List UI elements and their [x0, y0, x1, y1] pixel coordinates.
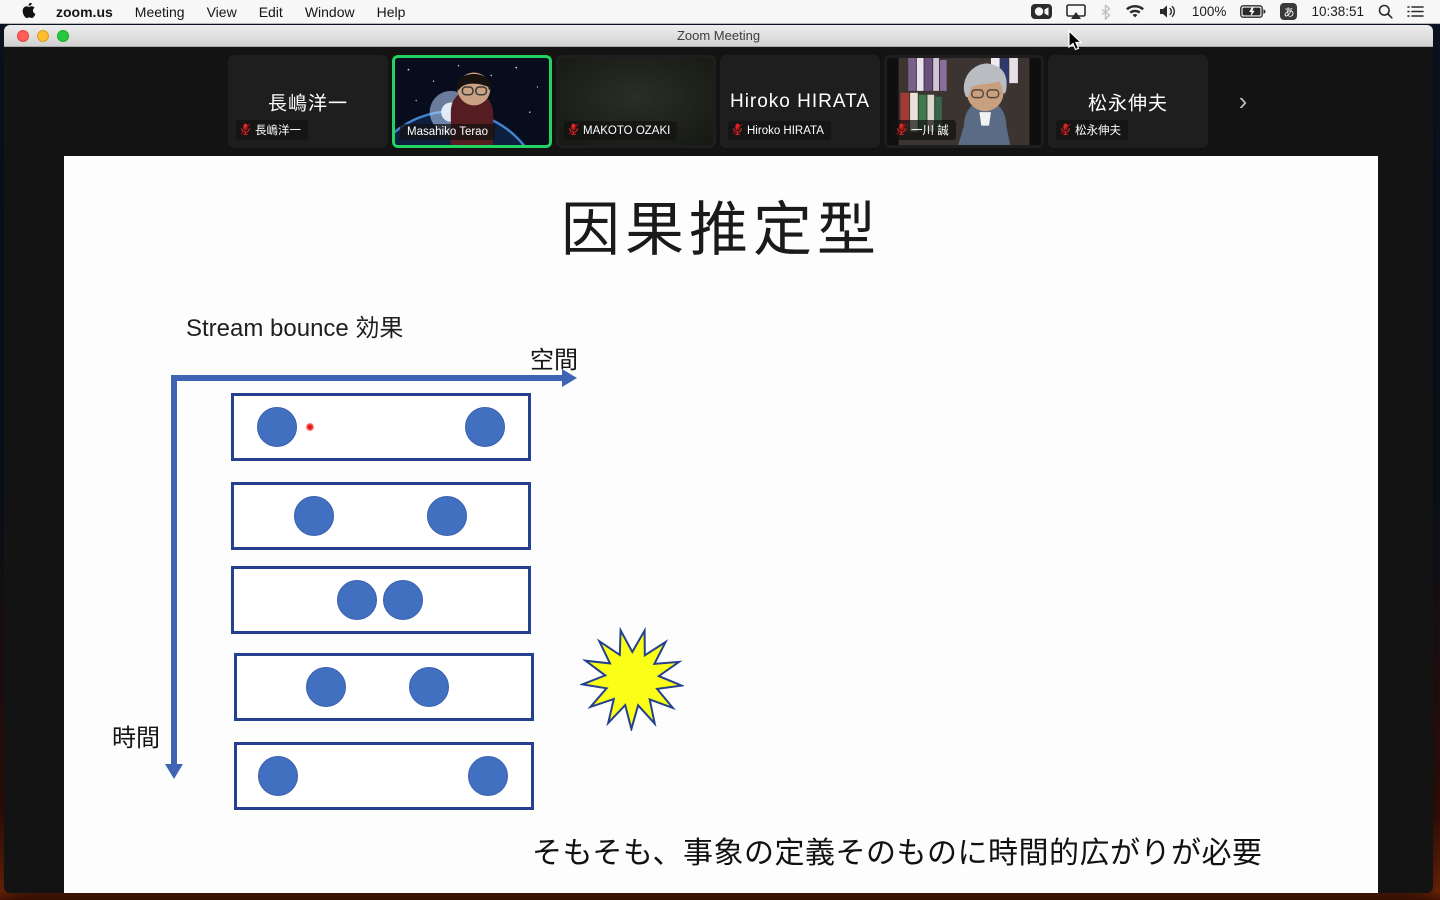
ime-input-icon[interactable]: あ [1280, 3, 1298, 20]
volume-icon[interactable] [1159, 4, 1178, 19]
disc [383, 580, 424, 620]
window-title: Zoom Meeting [676, 28, 761, 43]
battery-percent: 100% [1191, 4, 1227, 19]
slide-subtitle: Stream bounce 効果 [186, 315, 404, 342]
zoom-video-status-icon[interactable] [1030, 4, 1052, 19]
spotlight-search-icon[interactable] [1378, 4, 1393, 19]
bluetooth-icon[interactable] [1100, 3, 1111, 20]
participant-label: 一川 誠 [892, 120, 956, 140]
apple-menu-icon[interactable] [21, 3, 36, 20]
space-axis-line [171, 375, 563, 381]
zoom-window: Zoom Meeting 長嶋洋一 長嶋洋一 Masahiko Terao MAK… [4, 25, 1433, 893]
muted-mic-icon [568, 123, 579, 138]
participant-tile-6[interactable]: 松永伸夫 松永伸夫 [1048, 55, 1208, 148]
muted-mic-icon [240, 123, 251, 138]
stimulus-frame-5 [234, 742, 534, 810]
participant-label-text: 長嶋洋一 [255, 125, 301, 137]
participant-name: 長嶋洋一 [267, 93, 348, 114]
slide-bottom-text: そもそも、事象の定義そのものに時間的広がりが必要 [532, 837, 1263, 870]
collision-starburst-icon [580, 627, 684, 731]
muted-mic-icon [732, 123, 743, 138]
space-axis-arrowhead-icon [562, 369, 577, 387]
stimulus-frame-1 [231, 393, 531, 461]
participant-tile-5[interactable]: 一川 誠 [884, 55, 1044, 148]
time-axis-line [171, 375, 177, 765]
close-button[interactable] [17, 30, 29, 42]
disc [337, 580, 378, 620]
participant-tile-1[interactable]: 長嶋洋一 長嶋洋一 [228, 55, 388, 148]
time-axis-label: 時間 [112, 725, 160, 752]
participant-label-text: 一川 誠 [911, 125, 949, 137]
participant-name: Hiroko HIRATA [729, 90, 871, 112]
disc [294, 496, 335, 536]
participant-tile-3[interactable]: MAKOTO OZAKI [556, 55, 716, 148]
battery-icon[interactable] [1240, 5, 1266, 18]
wifi-icon[interactable] [1125, 4, 1145, 19]
disc [468, 756, 509, 796]
participant-label-text: MAKOTO OZAKI [583, 124, 671, 137]
menu-clock[interactable]: 10:38:51 [1311, 4, 1364, 19]
menu-bar: zoom.us Meeting View Edit Window Help 100% あ… [0, 0, 1440, 24]
time-axis-arrowhead-icon [165, 764, 183, 779]
participant-label: Hiroko HIRATA [728, 121, 831, 140]
menu-app-name[interactable]: zoom.us [56, 4, 113, 20]
participant-label: MAKOTO OZAKI [564, 121, 678, 140]
menu-item-meeting[interactable]: Meeting [135, 4, 185, 20]
next-participants-button[interactable]: › [1226, 55, 1260, 148]
muted-mic-icon [896, 123, 907, 138]
shared-slide: 因果推定型 Stream bounce 効果 空間 時間 そもそも、事象の定義そ… [64, 156, 1378, 893]
disc [464, 407, 505, 447]
participant-strip: 長嶋洋一 長嶋洋一 Masahiko Terao MAKOTO OZAKI Hiro… [228, 55, 1208, 148]
participant-label-text: Masahiko Terao [407, 126, 488, 138]
minimize-button[interactable] [37, 30, 49, 42]
disc [306, 667, 347, 707]
stimulus-frame-4 [234, 653, 534, 721]
laser-pointer-dot [306, 423, 315, 431]
disc [426, 496, 467, 536]
traffic-lights [17, 30, 69, 42]
disc [258, 756, 299, 796]
participant-label: 松永伸夫 [1056, 120, 1128, 140]
participant-tile-2[interactable]: Masahiko Terao [392, 55, 552, 148]
notification-center-icon[interactable] [1407, 5, 1424, 18]
window-titlebar[interactable]: Zoom Meeting [4, 25, 1433, 47]
disc [257, 407, 298, 447]
menu-item-help[interactable]: Help [377, 4, 406, 20]
stimulus-frame-3 [231, 566, 531, 634]
menu-items: Meeting View Edit Window Help [113, 4, 406, 20]
menu-item-edit[interactable]: Edit [259, 4, 283, 20]
participant-name: 松永伸夫 [1087, 93, 1168, 114]
participant-label-text: 松永伸夫 [1075, 125, 1121, 137]
participant-label: 長嶋洋一 [236, 120, 308, 140]
disc [408, 667, 449, 707]
participant-label: Masahiko Terao [400, 124, 495, 140]
participant-tile-4[interactable]: Hiroko HIRATA Hiroko HIRATA [720, 55, 880, 148]
participant-label-text: Hiroko HIRATA [747, 124, 824, 137]
menu-item-window[interactable]: Window [305, 4, 355, 20]
menu-item-view[interactable]: View [207, 4, 237, 20]
screen-mirroring-icon[interactable] [1066, 3, 1086, 20]
slide-title: 因果推定型 [560, 197, 881, 263]
mouse-cursor [1068, 30, 1083, 51]
stimulus-frame-2 [231, 482, 531, 550]
muted-mic-icon [1060, 123, 1071, 138]
zoom-button[interactable] [57, 30, 69, 42]
